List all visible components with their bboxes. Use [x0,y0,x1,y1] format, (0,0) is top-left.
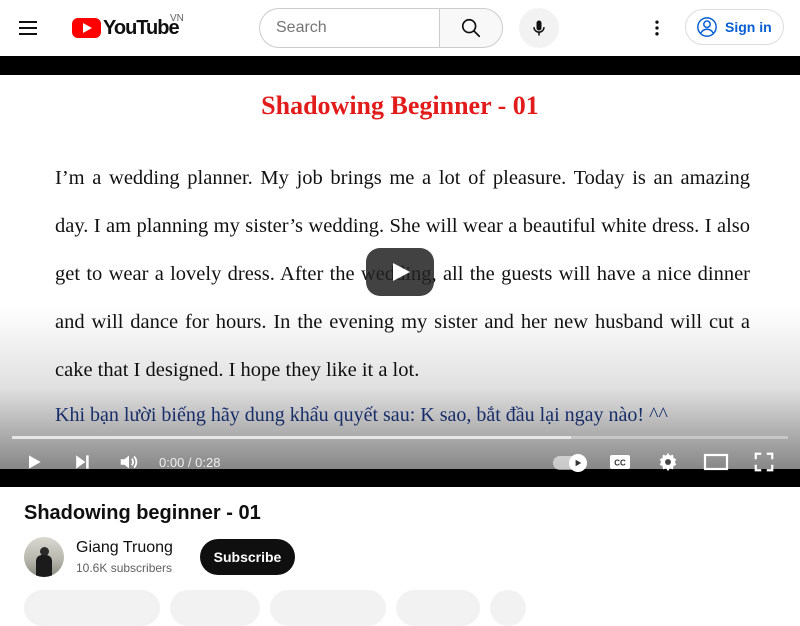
more-vert-icon [655,20,659,36]
download-button[interactable] [270,590,386,626]
play-icon [29,455,41,469]
more-options-button[interactable] [641,12,673,44]
sign-in-button[interactable]: Sign in [685,9,784,45]
channel-name[interactable]: Giang Truong [76,539,173,557]
more-actions-button[interactable] [490,590,526,626]
video-title: Shadowing beginner - 01 [24,502,261,524]
progress-buffered [12,436,571,439]
settings-button[interactable] [656,450,680,474]
slide-note-text: Khi bạn lười biếng hãy dung khẩu quyết s… [55,404,668,426]
voice-search-button[interactable] [519,8,559,48]
avatar-body [36,555,52,577]
next-icon [76,455,89,469]
autoplay-play-icon [575,459,582,467]
like-dislike-button[interactable] [24,590,160,626]
autoplay-toggle[interactable] [553,454,587,472]
large-play-button[interactable] [366,248,434,296]
youtube-logo-icon [72,18,101,38]
search-input[interactable] [259,8,440,48]
progress-bar[interactable] [12,436,788,439]
captions-icon: CC [610,455,630,469]
sign-in-label: Sign in [725,19,772,35]
masthead: YouTube VN Sign in [0,0,800,56]
settings-icon [659,452,677,472]
country-code: VN [170,13,184,24]
mic-icon [533,20,545,36]
captions-button[interactable]: CC [608,450,632,474]
volume-icon [120,455,138,469]
share-button[interactable] [170,590,260,626]
next-button[interactable] [70,450,94,474]
account-icon [697,17,717,37]
subscribe-button[interactable]: Subscribe [200,539,295,575]
volume-button[interactable] [117,450,141,474]
time-display: 0:00 / 0:28 [159,455,221,470]
search-icon [461,18,481,38]
theater-icon [703,453,729,471]
menu-icon[interactable] [16,16,40,40]
theater-mode-button[interactable] [703,450,729,474]
play-button[interactable] [22,450,46,474]
autoplay-knob [569,454,587,472]
save-button[interactable] [396,590,480,626]
search-button[interactable] [439,8,503,48]
video-player[interactable]: Shadowing Beginner - 01 I’m a wedding pl… [0,56,800,487]
logo-text: YouTube [103,16,180,39]
fullscreen-button[interactable] [752,450,776,474]
channel-avatar[interactable] [24,537,64,577]
youtube-logo[interactable]: YouTube [72,16,180,40]
fullscreen-icon [754,452,774,472]
slide-title: Shadowing Beginner - 01 [261,91,539,120]
subscriber-count: 10.6K subscribers [76,561,173,575]
svg-text:CC: CC [614,459,626,468]
